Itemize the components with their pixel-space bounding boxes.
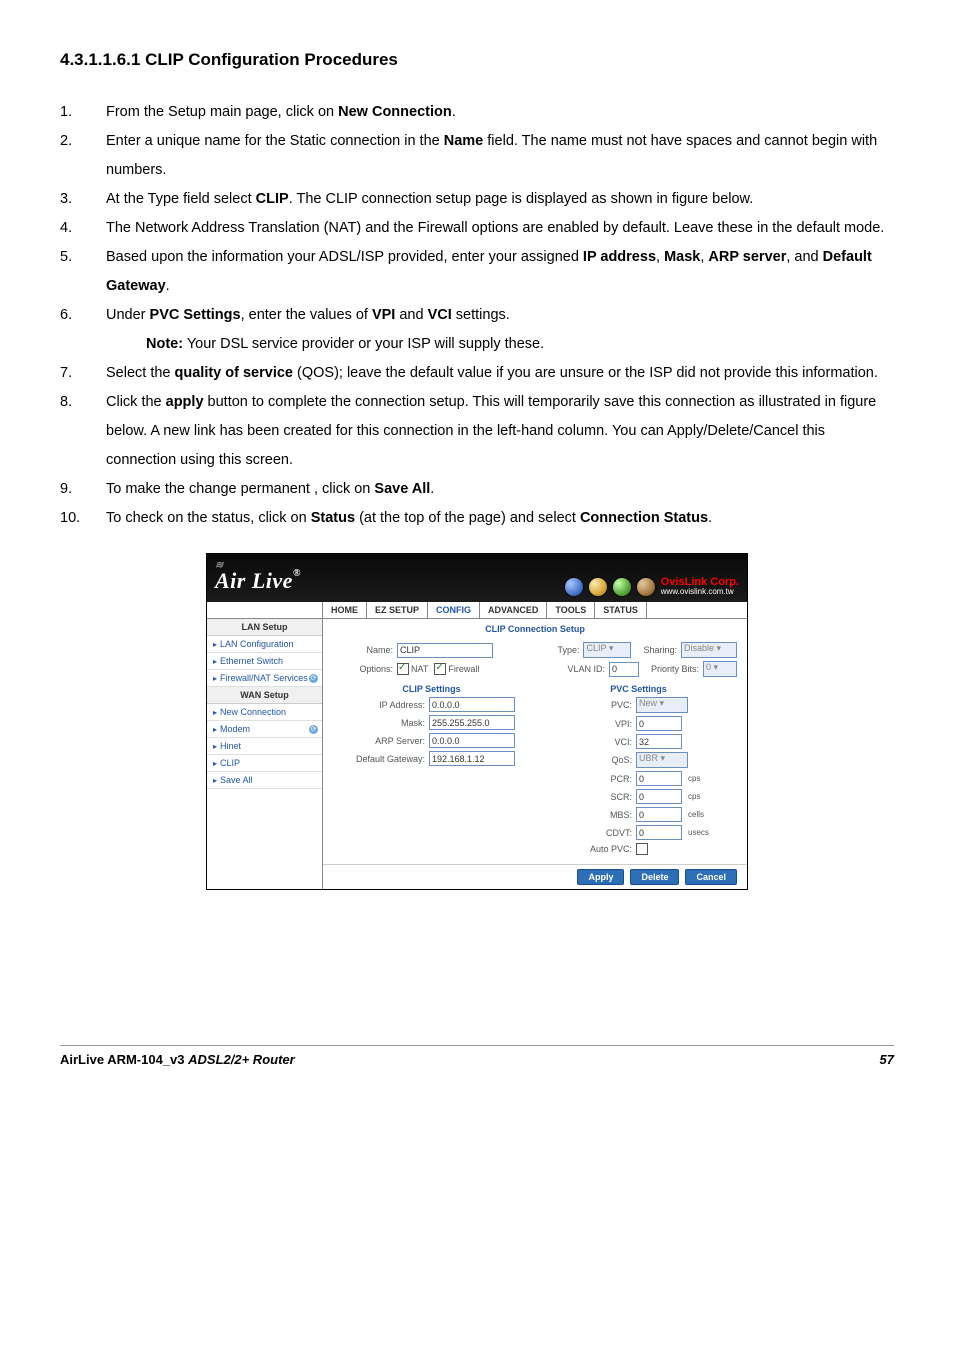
firewall-checkbox[interactable] bbox=[434, 663, 446, 675]
mbs-input[interactable] bbox=[636, 807, 682, 822]
priority-label: Priority Bits: bbox=[639, 664, 703, 674]
type-select[interactable]: CLIP ▾ bbox=[583, 642, 631, 658]
vci-input[interactable] bbox=[636, 734, 682, 749]
apply-button[interactable]: Apply bbox=[577, 869, 624, 885]
nat-checkbox[interactable] bbox=[397, 663, 409, 675]
router-ui-screenshot: ≋ Air Live® OvisLink Corp. www.ovislink.… bbox=[206, 553, 748, 890]
page-number: 57 bbox=[880, 1052, 894, 1067]
priority-select[interactable]: 0 ▾ bbox=[703, 661, 737, 677]
ip-label: IP Address: bbox=[333, 700, 429, 710]
procedure-step: 2.Enter a unique name for the Static con… bbox=[60, 127, 894, 185]
mbs-unit: cells bbox=[685, 810, 704, 819]
procedure-step: 3.At the Type field select CLIP. The CLI… bbox=[60, 185, 894, 214]
type-label: Type: bbox=[557, 645, 583, 655]
procedure-step: 7.Select the quality of service (QOS); l… bbox=[60, 359, 894, 388]
sidebar-item[interactable]: ▸LAN Configuration bbox=[207, 636, 322, 653]
vlan-input[interactable] bbox=[609, 662, 639, 677]
qos-label: QoS: bbox=[540, 755, 636, 765]
tab-ez-setup[interactable]: EZ SETUP bbox=[367, 602, 428, 618]
scr-unit: cps bbox=[685, 792, 700, 801]
pvc-settings-title: PVC Settings bbox=[540, 684, 737, 694]
brand-logo: ≋ Air Live® bbox=[215, 560, 301, 600]
delete-button[interactable]: Delete bbox=[630, 869, 679, 885]
top-tabs: HOMEEZ SETUPCONFIGADVANCEDTOOLSSTATUS bbox=[207, 602, 747, 619]
sidebar-item[interactable]: ▸Modem⟳ bbox=[207, 721, 322, 738]
procedure-step: 8.Click the apply button to complete the… bbox=[60, 388, 894, 475]
sidebar-item[interactable]: ▸Hinet bbox=[207, 738, 322, 755]
pvc-select[interactable]: New ▾ bbox=[636, 697, 688, 713]
vlan-label: VLAN ID: bbox=[567, 664, 609, 674]
sharing-select[interactable]: Disable ▾ bbox=[681, 642, 737, 658]
tab-advanced[interactable]: ADVANCED bbox=[480, 602, 547, 618]
globe-icon bbox=[613, 578, 631, 596]
qos-select[interactable]: UBR ▾ bbox=[636, 752, 688, 768]
ip-input[interactable] bbox=[429, 697, 515, 712]
procedure-step: 9.To make the change permanent , click o… bbox=[60, 475, 894, 504]
pcr-unit: cps bbox=[685, 774, 700, 783]
refresh-icon: ⟳ bbox=[309, 674, 318, 683]
vpi-label: VPI: bbox=[540, 719, 636, 729]
procedure-step: 5.Based upon the information your ADSL/I… bbox=[60, 243, 894, 301]
globe-icon bbox=[637, 578, 655, 596]
arp-input[interactable] bbox=[429, 733, 515, 748]
sidebar-item[interactable]: ▸CLIP bbox=[207, 755, 322, 772]
sidebar-item[interactable]: ▸Ethernet Switch bbox=[207, 653, 322, 670]
name-label: Name: bbox=[333, 645, 397, 655]
nat-cb-label: NAT bbox=[409, 664, 434, 674]
procedure-step: 10.To check on the status, click on Stat… bbox=[60, 504, 894, 533]
clip-settings-title: CLIP Settings bbox=[333, 684, 530, 694]
gateway-label: Default Gateway: bbox=[333, 754, 429, 764]
vendor-label: OvisLink Corp. www.ovislink.com.tw bbox=[661, 577, 739, 596]
main-panel: CLIP Connection Setup Name: Type: CLIP ▾… bbox=[323, 619, 747, 889]
cdvt-input[interactable] bbox=[636, 825, 682, 840]
mbs-label: MBS: bbox=[540, 810, 636, 820]
procedure-step: 1.From the Setup main page, click on New… bbox=[60, 98, 894, 127]
procedure-step: 4.The Network Address Translation (NAT) … bbox=[60, 214, 894, 243]
vpi-input[interactable] bbox=[636, 716, 682, 731]
page-footer: AirLive ARM-104_v3 ADSL2/2+ Router 57 bbox=[0, 1046, 954, 1097]
sidebar-item[interactable]: ▸Save All bbox=[207, 772, 322, 789]
pcr-label: PCR: bbox=[540, 774, 636, 784]
procedure-step: 6.Under PVC Settings, enter the values o… bbox=[60, 301, 894, 359]
tab-config[interactable]: CONFIG bbox=[428, 602, 480, 618]
banner: ≋ Air Live® OvisLink Corp. www.ovislink.… bbox=[207, 554, 747, 602]
cancel-button[interactable]: Cancel bbox=[685, 869, 737, 885]
sidebar-wan-header: WAN Setup bbox=[207, 687, 322, 704]
autopvc-label: Auto PVC: bbox=[540, 844, 636, 854]
sharing-label: Sharing: bbox=[631, 645, 681, 655]
mask-input[interactable] bbox=[429, 715, 515, 730]
name-input[interactable] bbox=[397, 643, 493, 658]
cdvt-label: CDVT: bbox=[540, 828, 636, 838]
firewall-cb-label: Firewall bbox=[446, 664, 485, 674]
tab-home[interactable]: HOME bbox=[323, 602, 367, 618]
cdvt-unit: usecs bbox=[685, 828, 709, 837]
scr-label: SCR: bbox=[540, 792, 636, 802]
arp-label: ARP Server: bbox=[333, 736, 429, 746]
refresh-icon: ⟳ bbox=[309, 725, 318, 734]
options-label: Options: bbox=[333, 664, 397, 674]
globe-icon bbox=[565, 578, 583, 596]
globe-icon bbox=[589, 578, 607, 596]
pcr-input[interactable] bbox=[636, 771, 682, 786]
gateway-input[interactable] bbox=[429, 751, 515, 766]
sidebar-item[interactable]: ▸Firewall/NAT Services⟳ bbox=[207, 670, 322, 687]
section-heading: 4.3.1.1.6.1 CLIP Configuration Procedure… bbox=[60, 50, 894, 70]
mask-label: Mask: bbox=[333, 718, 429, 728]
tab-status[interactable]: STATUS bbox=[595, 602, 647, 618]
autopvc-checkbox[interactable] bbox=[636, 843, 648, 855]
pvc-label: PVC: bbox=[540, 700, 636, 710]
main-panel-title: CLIP Connection Setup bbox=[323, 619, 747, 639]
procedure-list: 1.From the Setup main page, click on New… bbox=[60, 98, 894, 533]
scr-input[interactable] bbox=[636, 789, 682, 804]
tab-tools[interactable]: TOOLS bbox=[547, 602, 595, 618]
sidebar-lan-header: LAN Setup bbox=[207, 619, 322, 636]
sidebar: LAN Setup ▸LAN Configuration▸Ethernet Sw… bbox=[207, 619, 323, 889]
sidebar-item[interactable]: ▸New Connection bbox=[207, 704, 322, 721]
vci-label: VCI: bbox=[540, 737, 636, 747]
